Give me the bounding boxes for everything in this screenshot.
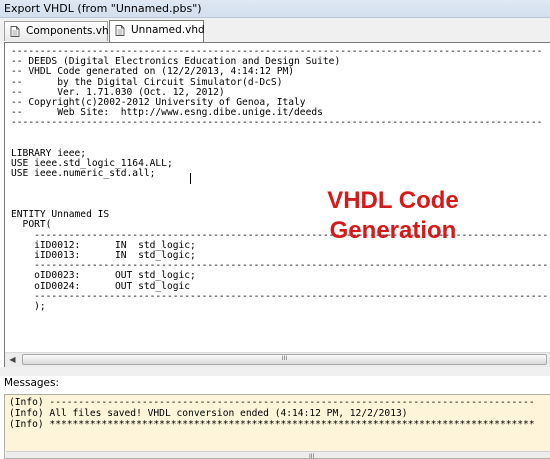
tab-label: Unnamed.vhd [131,24,205,36]
scroll-left-arrow-icon[interactable]: ◀ [5,353,20,367]
scrollbar-grip: III [281,355,288,362]
messages-panel[interactable]: (Info) ---------------------------------… [4,394,550,459]
overlay-caption: VHDL Code Generation [298,186,488,246]
tab-components-vhd[interactable]: Components.vhd [4,21,115,41]
panel-splitter[interactable] [0,367,550,376]
messages-label: Messages: [4,377,60,389]
message-line: (Info) ---------------------------------… [9,397,535,408]
scrollbar-thumb[interactable]: III [22,354,547,365]
scrollbar-grip: III [309,453,315,459]
overlay-caption-line-2: Generation [329,217,457,244]
vhdl-code-text[interactable]: ----------------------------------------… [11,46,548,312]
document-icon [10,26,20,37]
overlay-caption-line-1: VHDL Code [327,187,459,214]
document-icon [115,25,125,36]
tab-label: Components.vhd [26,25,116,37]
text-caret [190,173,191,184]
editor-horizontal-scrollbar[interactable]: ◀ III [5,352,550,367]
message-line: (Info) All files saved! VHDL conversion … [9,408,408,419]
tab-unnamed-vhd[interactable]: Unnamed.vhd [109,20,205,42]
window-title: Export VHDL (from "Unnamed.pbs") [0,0,550,18]
message-line: (Info) *********************************… [9,419,535,430]
messages-horizontal-scrollbar[interactable]: III [6,451,550,459]
